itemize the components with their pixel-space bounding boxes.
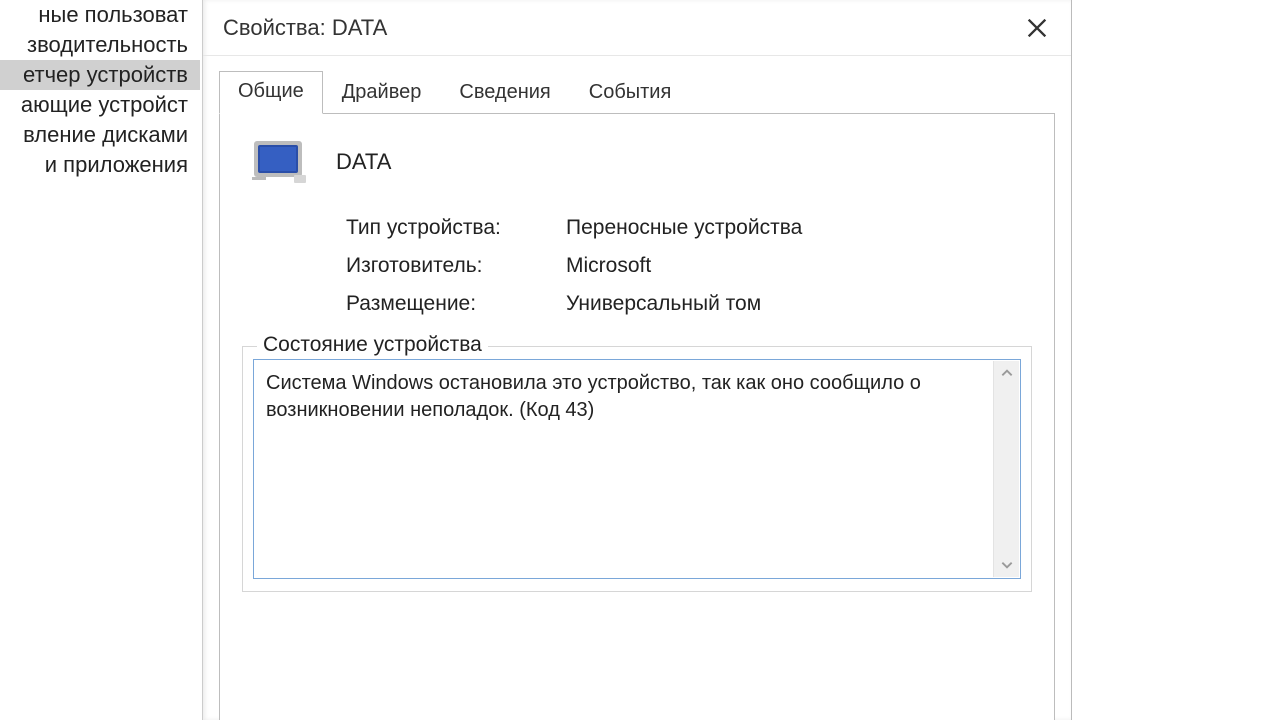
scroll-up-button[interactable] — [994, 361, 1019, 385]
tab-events[interactable]: События — [570, 72, 691, 114]
device-status-group: Состояние устройства Система Windows ост… — [242, 346, 1032, 592]
sidebar-item[interactable]: вление дисками — [0, 120, 200, 150]
sidebar-item-device-manager[interactable]: етчер устройств — [0, 60, 200, 90]
close-button[interactable] — [1007, 4, 1067, 52]
close-icon — [1027, 18, 1047, 38]
scrollbar[interactable] — [993, 361, 1019, 577]
background-sidebar: ные пользоват зводительность етчер устро… — [0, 0, 200, 180]
sidebar-item[interactable]: ные пользоват — [0, 0, 200, 30]
device-icon — [250, 136, 310, 188]
manufacturer-label: Изготовитель: — [346, 254, 566, 278]
manufacturer-value: Microsoft — [566, 254, 651, 278]
tab-driver[interactable]: Драйвер — [323, 72, 441, 114]
device-properties-dialog: Свойства: DATA Общие Драйвер Сведения Со… — [202, 0, 1072, 720]
location-label: Размещение: — [346, 292, 566, 316]
sidebar-item[interactable]: и приложения — [0, 150, 200, 180]
scroll-down-button[interactable] — [994, 553, 1019, 577]
location-value: Универсальный том — [566, 292, 761, 316]
chevron-up-icon — [1000, 366, 1014, 380]
tabs: Общие Драйвер Сведения События — [219, 70, 1055, 114]
device-type-label: Тип устройства: — [346, 216, 566, 240]
tab-panel-general: DATA Тип устройства: Переносные устройст… — [219, 114, 1055, 720]
sidebar-item[interactable]: ающие устройст — [0, 90, 200, 120]
device-properties: Тип устройства: Переносные устройства Из… — [242, 208, 1032, 316]
device-name: DATA — [336, 149, 391, 175]
chevron-down-icon — [1000, 558, 1014, 572]
device-status-legend: Состояние устройства — [257, 333, 488, 357]
dialog-title: Свойства: DATA — [223, 15, 387, 41]
device-status-textbox[interactable]: Система Windows остановила это устройств… — [253, 359, 1021, 579]
tab-details[interactable]: Сведения — [440, 72, 569, 114]
device-type-value: Переносные устройства — [566, 216, 802, 240]
titlebar: Свойства: DATA — [203, 0, 1071, 56]
device-status-text: Система Windows остановила это устройств… — [266, 372, 921, 421]
sidebar-item[interactable]: зводительность — [0, 30, 200, 60]
tab-general[interactable]: Общие — [219, 71, 323, 114]
